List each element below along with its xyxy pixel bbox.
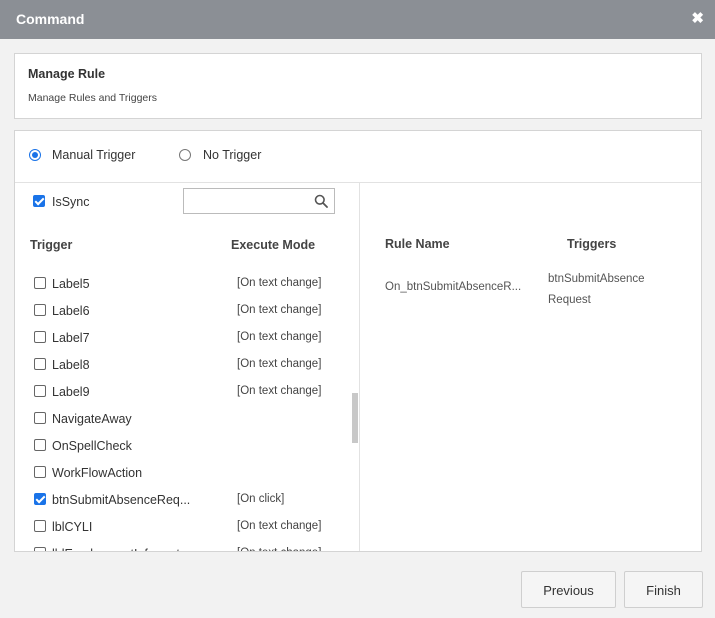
trigger-name: btnSubmitAbsenceReq... (52, 493, 191, 507)
trigger-row[interactable]: btnSubmitAbsenceReq... [On click] (15, 491, 345, 518)
execute-mode: [On text change] (237, 520, 322, 532)
execute-mode: [On text change] (237, 331, 322, 343)
issync-checkbox[interactable] (33, 195, 45, 207)
rule-editor-panel: Manual Trigger No Trigger IsSync Trigger… (14, 130, 702, 552)
trigger-row[interactable]: Label5 [On text change] (15, 275, 345, 302)
trigger-checkbox[interactable] (34, 547, 46, 551)
panel-title: Manage Rule (28, 67, 106, 81)
execute-mode-column-header: Execute Mode (231, 238, 316, 252)
dialog-titlebar: Command ✖ (0, 0, 715, 39)
trigger-name: Label5 (52, 277, 90, 291)
trigger-row[interactable]: WorkFlowAction (15, 464, 345, 491)
trigger-name: WorkFlowAction (52, 466, 143, 480)
trigger-list-scrollbar[interactable] (352, 393, 358, 443)
trigger-row[interactable]: Label6 [On text change] (15, 302, 345, 329)
rule-triggers-cell: btnSubmitAbsence Request (548, 273, 645, 306)
trigger-checkbox[interactable] (34, 439, 46, 451)
trigger-column-header: Trigger (30, 238, 73, 252)
trigger-checkbox[interactable] (34, 385, 46, 397)
trigger-checkbox[interactable] (34, 277, 46, 289)
rule-name-column-header: Rule Name (385, 237, 450, 251)
execute-mode: [On click] (237, 493, 285, 505)
execute-mode: [On text change] (237, 304, 322, 316)
trigger-row[interactable]: lblCYLI [On text change] (15, 518, 345, 545)
trigger-row[interactable]: lblEmploymentInformat... [On text change] (15, 545, 345, 551)
trigger-name: NavigateAway (52, 412, 132, 426)
header-panel: Manage Rule Manage Rules and Triggers (14, 53, 702, 119)
trigger-list-pane: IsSync Trigger Execute Mode Label5 [On te… (15, 183, 360, 551)
previous-button[interactable]: Previous (521, 571, 616, 608)
execute-mode: [On text change] (237, 547, 321, 551)
no-trigger-label[interactable]: No Trigger (203, 148, 261, 162)
panel-subtitle: Manage Rules and Triggers (28, 92, 157, 104)
trigger-name: lblCYLI (52, 520, 93, 534)
trigger-row[interactable]: Label8 [On text change] (15, 356, 345, 383)
trigger-name: Label9 (52, 385, 90, 399)
trigger-name: lblEmploymentInformat... (52, 547, 190, 551)
manual-trigger-radio[interactable] (29, 149, 41, 161)
trigger-name: Label8 (52, 358, 90, 372)
trigger-checkbox[interactable] (34, 331, 46, 343)
dialog-title: Command (16, 11, 85, 27)
trigger-type-group: Manual Trigger No Trigger (15, 131, 701, 183)
trigger-row[interactable]: NavigateAway (15, 410, 345, 437)
trigger-checkbox[interactable] (34, 358, 46, 370)
rules-pane: Rule Name Triggers On_btnSubmitAbsenceR.… (360, 183, 701, 551)
trigger-checkbox[interactable] (34, 466, 46, 478)
trigger-search-input[interactable] (186, 191, 310, 213)
trigger-checkbox[interactable] (34, 520, 46, 532)
triggers-column-header: Triggers (567, 237, 617, 251)
trigger-checkbox[interactable] (34, 412, 46, 424)
finish-button[interactable]: Finish (624, 571, 703, 608)
trigger-search[interactable] (183, 188, 335, 214)
trigger-name: Label6 (52, 304, 90, 318)
trigger-row[interactable]: Label9 [On text change] (15, 383, 345, 410)
no-trigger-radio[interactable] (179, 149, 191, 161)
close-icon[interactable]: ✖ (691, 10, 704, 28)
trigger-name: Label7 (52, 331, 90, 345)
rule-name-cell[interactable]: On_btnSubmitAbsenceR... (385, 281, 521, 293)
execute-mode: [On text change] (237, 385, 322, 397)
trigger-checkbox[interactable] (34, 304, 46, 316)
issync-label: IsSync (52, 195, 90, 209)
trigger-name: OnSpellCheck (52, 439, 132, 453)
trigger-row[interactable]: OnSpellCheck (15, 437, 345, 464)
trigger-row[interactable]: Label7 [On text change] (15, 329, 345, 356)
trigger-checkbox[interactable] (34, 493, 46, 505)
search-icon[interactable] (314, 194, 328, 208)
execute-mode: [On text change] (237, 358, 322, 370)
execute-mode: [On text change] (237, 277, 322, 289)
manual-trigger-label[interactable]: Manual Trigger (52, 148, 135, 162)
